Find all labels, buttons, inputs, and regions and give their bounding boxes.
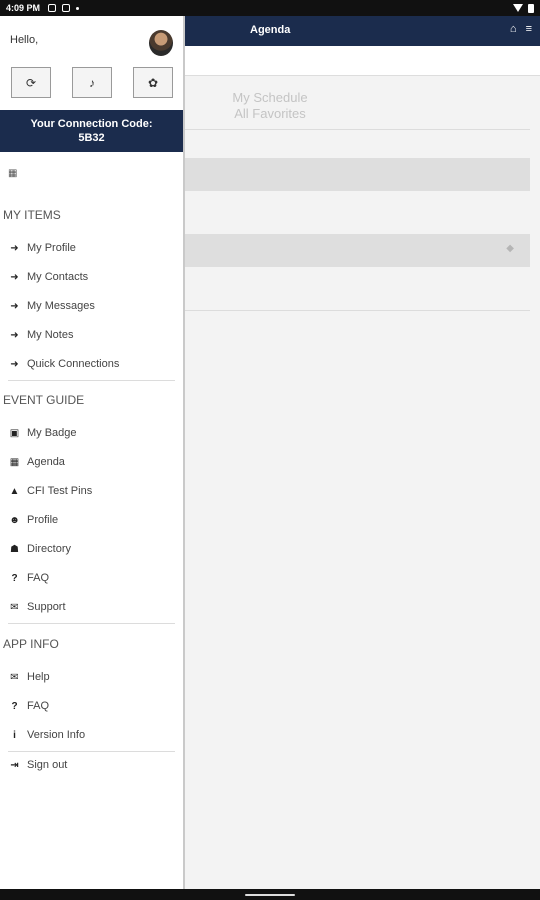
graduation-cap-icon: ▲ [9, 485, 20, 497]
menu-item-my-contacts[interactable]: ➜ My Contacts [8, 271, 88, 283]
info-icon: i [13, 729, 16, 741]
avatar[interactable] [149, 30, 173, 56]
menu-item-quick-connections[interactable]: ➜ Quick Connections [8, 358, 119, 370]
section-title-app-info: APP INFO [3, 637, 59, 651]
envelope-icon: ✉ [10, 601, 19, 613]
navigation-drawer: Hello, ⟳ ♪ ✿ Your Connection Code: 5B32 … [0, 16, 185, 889]
question-icon: ? [11, 572, 18, 584]
agenda-group-row[interactable]: ◆ [185, 234, 530, 267]
section-title-event-guide: EVENT GUIDE [3, 393, 85, 407]
greeting: Hello, [10, 34, 39, 46]
question-icon: ? [11, 700, 18, 712]
menu-icon[interactable]: ≡ [526, 23, 532, 35]
wifi-icon [513, 4, 523, 12]
arrow-right-icon: ➜ [10, 300, 19, 312]
divider [8, 751, 175, 752]
menu-item-cfi-test-pins[interactable]: ▲ CFI Test Pins [8, 485, 93, 497]
users-icon: ☗ [10, 543, 19, 555]
schedule-toggle[interactable]: My Schedule All Favorites [200, 90, 340, 122]
all-favorites-tab[interactable]: All Favorites [200, 106, 340, 122]
section-title-my-items: MY ITEMS [3, 208, 61, 222]
bell-icon: ♪ [89, 75, 95, 90]
home-gesture-handle[interactable] [245, 894, 295, 896]
my-schedule-tab[interactable]: My Schedule [200, 90, 340, 106]
menu-item-profile[interactable]: ☻ Profile [8, 514, 58, 526]
menu-item-directory[interactable]: ☗ Directory [8, 543, 71, 555]
menu-item-my-badge[interactable]: ▣ My Badge [8, 427, 77, 439]
envelope-outline-icon: ✉ [10, 671, 19, 683]
menu-item-faq[interactable]: ? FAQ [8, 572, 49, 584]
arrow-right-icon: ➜ [10, 242, 19, 254]
calendar-icon: ▦ [9, 456, 20, 468]
menu-item-version-info[interactable]: i Version Info [8, 729, 85, 741]
user-gear-icon: ☻ [9, 514, 20, 526]
divider [185, 129, 530, 130]
status-bar: 4:09 PM [0, 0, 540, 16]
chevron-icon: ◆ [506, 243, 514, 254]
menu-item-my-messages[interactable]: ➜ My Messages [8, 300, 95, 312]
divider [8, 380, 175, 381]
calendar-icon[interactable]: ▦ [8, 168, 17, 179]
menu-item-support[interactable]: ✉ Support [8, 601, 65, 613]
sim-icon [48, 4, 57, 12]
menu-item-agenda[interactable]: ▦ Agenda [8, 456, 65, 468]
menu-item-help[interactable]: ✉ Help [8, 671, 49, 683]
menu-item-app-faq[interactable]: ? FAQ [8, 700, 49, 712]
connection-code-banner: Your Connection Code: 5B32 [0, 110, 183, 152]
divider [8, 623, 175, 624]
arrow-right-icon: ➜ [10, 329, 19, 341]
sign-out-button[interactable]: ⇥ Sign out [8, 759, 67, 771]
settings-status-icon [62, 4, 71, 12]
divider [185, 310, 530, 311]
notification-dot-icon [76, 6, 80, 10]
system-nav-bar [0, 889, 540, 900]
connection-label: Your Connection Code: [30, 118, 153, 130]
badge-icon: ▣ [9, 427, 20, 439]
page-title: Agenda [250, 24, 291, 36]
refresh-button[interactable]: ⟳ [11, 67, 51, 98]
status-time: 4:09 PM [6, 3, 41, 13]
agenda-group-row[interactable] [185, 158, 530, 191]
arrow-right-icon: ➜ [10, 358, 19, 370]
menu-item-my-notes[interactable]: ➜ My Notes [8, 329, 73, 341]
home-icon[interactable]: ⌂ [510, 23, 517, 35]
menu-item-my-profile[interactable]: ➜ My Profile [8, 242, 76, 254]
settings-button[interactable]: ✿ [133, 67, 173, 98]
notifications-button[interactable]: ♪ [72, 67, 112, 98]
sign-out-icon: ⇥ [10, 759, 19, 771]
connection-code: 5B32 [78, 132, 105, 144]
battery-icon [528, 3, 534, 13]
arrow-right-icon: ➜ [10, 271, 19, 283]
refresh-icon: ⟳ [25, 75, 37, 90]
gear-icon: ✿ [147, 75, 159, 90]
